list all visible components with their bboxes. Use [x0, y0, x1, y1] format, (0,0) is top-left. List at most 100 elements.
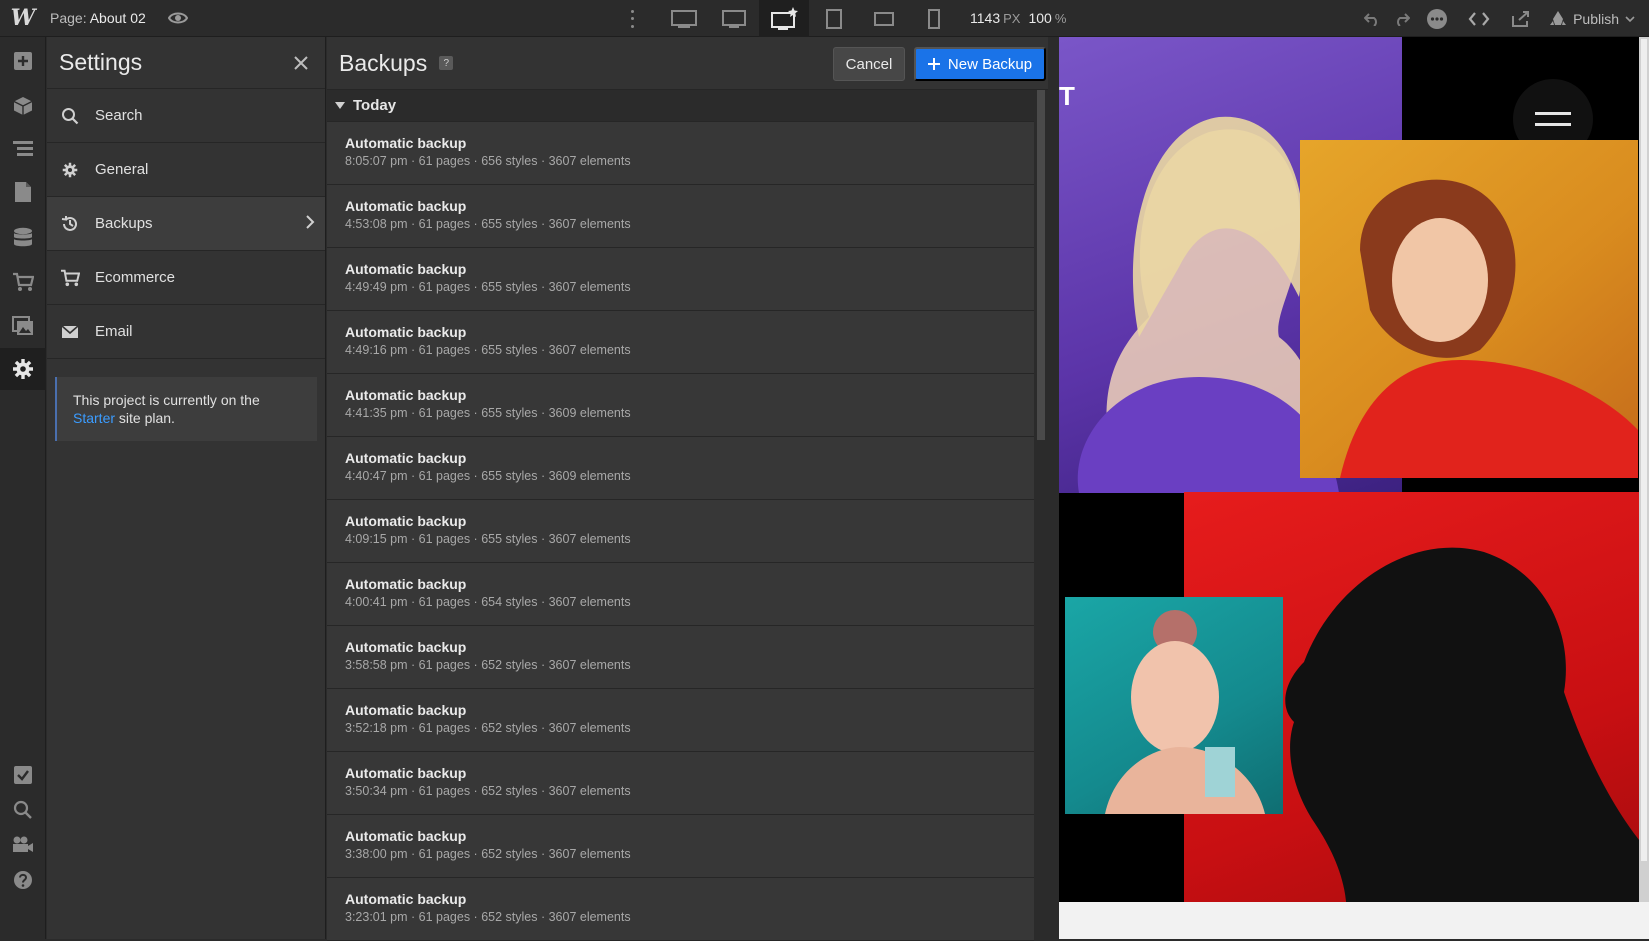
top-toolbar: W Page: About 02 1143 PX 100% Publish	[0, 0, 1649, 37]
partial-heading-text: T	[1059, 81, 1075, 111]
symbols-cube-icon[interactable]	[0, 85, 46, 127]
help-icon[interactable]	[0, 859, 46, 901]
ecommerce-cart-icon[interactable]	[0, 261, 46, 303]
undo-icon[interactable]	[1357, 0, 1387, 37]
comments-icon[interactable]	[1417, 0, 1457, 37]
settings-title: Settings	[59, 49, 143, 75]
publish-button[interactable]: Publish	[1541, 0, 1649, 37]
preview-scrollbar[interactable]	[1639, 37, 1649, 902]
assets-images-icon[interactable]	[0, 305, 46, 347]
preview-bottom-strip	[1059, 902, 1649, 939]
preview-eye-icon[interactable]	[167, 8, 188, 28]
backup-meta: 4:40:47 pm · 61 pages · 655 styles · 360…	[345, 469, 631, 483]
canvas-zoom-unit: %	[1054, 11, 1067, 26]
backup-title: Automatic backup	[345, 576, 467, 592]
settings-item-label: General	[95, 161, 149, 178]
code-export-icon[interactable]	[1457, 0, 1501, 37]
settings-gear-icon[interactable]	[0, 348, 46, 390]
backup-row[interactable]: Automatic backup 3:23:01 pm · 61 pages · …	[327, 878, 1034, 941]
backup-title: Automatic backup	[345, 513, 467, 529]
backup-row[interactable]: Automatic backup 3:50:34 pm · 61 pages · …	[327, 752, 1034, 815]
breakpoint-landscape-icon[interactable]	[859, 0, 909, 37]
envelope-icon	[59, 321, 81, 343]
backup-row[interactable]: Automatic backup 4:53:08 pm · 61 pages · …	[327, 185, 1034, 248]
pages-icon[interactable]	[0, 171, 46, 213]
site-plan-notice: This project is currently on the Starter…	[55, 377, 317, 441]
share-icon[interactable]	[1501, 0, 1541, 37]
settings-item-ecommerce[interactable]: Ecommerce	[47, 251, 325, 305]
publish-label: Publish	[1573, 10, 1619, 27]
canvas-zoom-value[interactable]: 100	[1028, 10, 1051, 26]
breakpoint-phone-icon[interactable]	[909, 0, 959, 37]
cms-database-icon[interactable]	[0, 217, 46, 259]
backup-title: Automatic backup	[345, 324, 467, 340]
webflow-logo[interactable]: W	[0, 0, 46, 37]
settings-panel: Settings Search General Backups Ecommerc…	[47, 37, 326, 939]
backup-row[interactable]: Automatic backup 4:09:15 pm · 61 pages · …	[327, 500, 1034, 563]
redo-icon[interactable]	[1387, 0, 1417, 37]
close-icon[interactable]	[289, 51, 313, 75]
photo-orange-portrait	[1300, 140, 1638, 478]
help-badge[interactable]: ?	[439, 56, 454, 70]
backup-title: Automatic backup	[345, 891, 467, 907]
site-preview-canvas: T	[1059, 37, 1649, 939]
backup-row[interactable]: Automatic backup 8:05:07 pm · 61 pages · …	[327, 122, 1034, 185]
breakpoint-tablet-icon[interactable]	[809, 0, 859, 37]
caret-down-icon	[335, 101, 345, 109]
settings-item-label: Search	[95, 107, 143, 124]
page-prefix: Page:	[50, 10, 87, 26]
search-icon	[59, 105, 81, 127]
backup-row[interactable]: Automatic backup 4:00:41 pm · 61 pages · …	[327, 563, 1034, 626]
backup-title: Automatic backup	[345, 639, 467, 655]
breakpoint-xl-icon[interactable]	[709, 0, 759, 37]
photo-teal-portrait	[1065, 597, 1283, 814]
backup-meta: 3:50:34 pm · 61 pages · 652 styles · 360…	[345, 784, 631, 798]
gear-icon	[59, 159, 81, 181]
chevron-right-icon	[305, 214, 315, 234]
canvas-width-value[interactable]: 1143	[970, 10, 1000, 26]
plan-text-before: This project is currently on the	[73, 392, 260, 408]
backup-title: Automatic backup	[345, 450, 467, 466]
settings-item-email[interactable]: Email	[47, 305, 325, 359]
plan-link[interactable]: Starter	[73, 410, 115, 426]
page-name: About 02	[89, 10, 146, 26]
new-backup-button[interactable]: New Backup	[914, 47, 1046, 81]
backup-meta: 4:00:41 pm · 61 pages · 654 styles · 360…	[345, 595, 631, 609]
breakpoint-desktop-icon[interactable]	[759, 0, 809, 37]
backups-scrollbar[interactable]	[1034, 90, 1048, 939]
backup-row[interactable]: Automatic backup 4:41:35 pm · 61 pages · …	[327, 374, 1034, 437]
backups-header: Backups ? Cancel New Backup	[327, 37, 1048, 90]
backup-row[interactable]: Automatic backup 3:38:00 pm · 61 pages · …	[327, 815, 1034, 878]
backups-panel: Backups ? Cancel New Backup Today Automa…	[327, 37, 1048, 941]
backup-row[interactable]: Automatic backup 4:49:16 pm · 61 pages · …	[327, 311, 1034, 374]
more-options-icon[interactable]	[625, 8, 639, 30]
backup-row[interactable]: Automatic backup 3:58:58 pm · 61 pages · …	[327, 626, 1034, 689]
backup-group-today[interactable]: Today	[327, 90, 1034, 122]
settings-item-backups[interactable]: Backups	[47, 197, 325, 251]
settings-item-label: Backups	[95, 215, 153, 232]
left-tool-rail	[0, 37, 46, 939]
backup-row[interactable]: Automatic backup 4:40:47 pm · 61 pages · …	[327, 437, 1034, 500]
settings-item-label: Email	[95, 323, 133, 340]
right-toolbar: Publish	[1357, 0, 1649, 37]
settings-item-search[interactable]: Search	[47, 89, 325, 143]
backup-meta: 3:52:18 pm · 61 pages · 652 styles · 360…	[345, 721, 631, 735]
backup-meta: 8:05:07 pm · 61 pages · 656 styles · 360…	[345, 154, 631, 168]
backup-title: Automatic backup	[345, 135, 467, 151]
backup-row[interactable]: Automatic backup 4:49:49 pm · 61 pages · …	[327, 248, 1034, 311]
cancel-button[interactable]: Cancel	[833, 47, 905, 81]
history-icon	[59, 213, 81, 235]
backup-title: Automatic backup	[345, 261, 467, 277]
scrollbar-thumb[interactable]	[1037, 90, 1045, 440]
plan-text-after: site plan.	[115, 410, 175, 426]
settings-item-label: Ecommerce	[95, 269, 176, 286]
navigator-icon[interactable]	[0, 128, 46, 170]
settings-item-general[interactable]: General	[47, 143, 325, 197]
chevron-down-icon	[1625, 15, 1635, 22]
add-elements-icon[interactable]	[0, 40, 46, 82]
backup-title: Automatic backup	[345, 765, 467, 781]
backup-row[interactable]: Automatic backup 3:52:18 pm · 61 pages · …	[327, 689, 1034, 752]
breakpoint-xxl-icon[interactable]	[659, 0, 709, 37]
page-selector[interactable]: Page: About 02	[50, 10, 146, 26]
group-label: Today	[353, 97, 397, 114]
